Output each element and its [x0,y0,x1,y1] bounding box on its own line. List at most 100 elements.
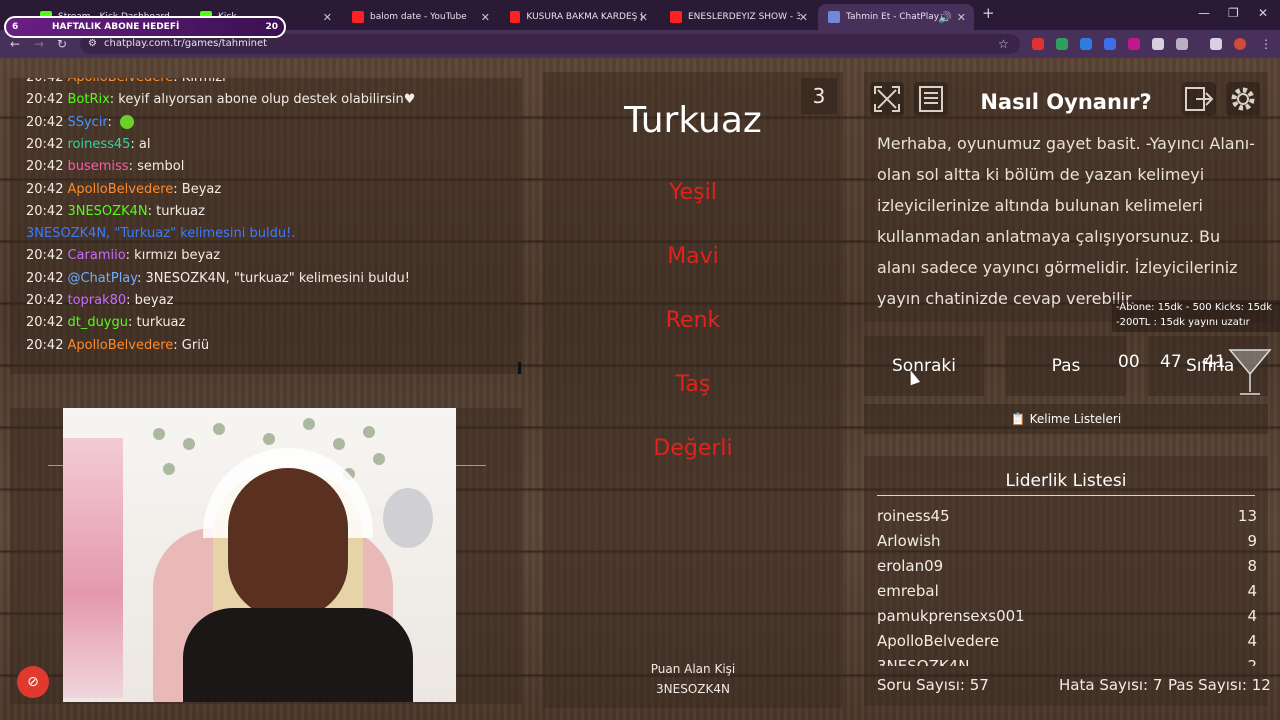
taboo-word: Yeşil [669,180,717,205]
url-text: chatplay.com.tr/games/tahminet [104,38,268,49]
chat-username[interactable]: 3NESOZK4N [67,204,147,219]
chat-time: 20:42 [26,136,64,152]
chat-username[interactable]: ApolloBelvedere [67,182,173,197]
leaderboard-panel: Liderlik Listesi roiness45 13 Arlowish 9 ero… [864,456,1271,706]
chat-username[interactable]: @ChatPlay [67,271,137,286]
extension-icon[interactable] [1104,38,1116,50]
chat-time: 20:42 [26,270,64,286]
streamer-face [228,468,348,618]
youtube-icon [670,11,682,23]
minimize-icon[interactable]: — [1198,6,1210,20]
chat-username[interactable]: ApolloBelvedere [67,78,173,85]
avatar[interactable] [1234,38,1246,50]
leaderboard-row: roiness45 13 [877,504,1257,529]
extension-icon[interactable] [1032,38,1044,50]
chat-message: 3NESOZK4N, "Turkuaz" kelimesini buldu!. [26,226,295,241]
chat-text: : keyif alıyorsan abone olup destek olab… [109,92,416,108]
scorer-label: Puan Alan Kişi [650,662,736,676]
new-tab-button[interactable]: + [982,4,995,22]
tab-chatplay[interactable]: Tahmin Et - ChatPlay 🔊 ✕ [818,4,974,30]
question-count: Soru Sayısı: 57 [877,676,989,694]
chat-text: : Griü [173,337,210,353]
leaderboard-name: roiness45 [877,507,950,525]
chat-text: : Kırmızı [173,78,225,85]
timer-digit: 47 [1160,352,1182,372]
maximize-icon[interactable]: ❐ [1228,6,1239,20]
divider [877,495,1255,496]
leaderboard-title: Liderlik Listesi [1005,471,1127,491]
chat-time: 20:42 [26,92,64,108]
chat-message: 20:42 roiness45: al [26,137,151,152]
word-lists-button[interactable]: 📋 Kelime Listeleri [864,404,1268,434]
leaderboard-score: 8 [1247,557,1257,575]
leaderboard-name: pamukprensexs001 [877,607,1025,625]
kebab-menu-icon[interactable]: ⋮ [1260,37,1272,51]
chat-username[interactable]: ApolloBelvedere [67,338,173,353]
chat-time: 20:42 [26,293,64,308]
leaderboard-row: ApolloBelvedere 4 [877,629,1257,654]
leaderboard-score: 4 [1247,632,1257,650]
chat-message: 20:42 ApolloBelvedere: Griü [26,338,209,353]
close-icon[interactable]: ✕ [639,11,648,24]
taboo-word: Taş [675,372,711,397]
tab-label: balom date - YouTube [370,12,467,22]
chat-message: 20:42 BotRix: keyif alıyorsan abone olup … [26,92,415,107]
chat-time: 20:42 [26,248,64,264]
taboo-word: Mavi [667,244,719,269]
close-icon[interactable]: ✕ [957,11,966,24]
leaderboard-row: emrebal 4 [877,579,1257,604]
extension-icon[interactable] [1056,38,1068,50]
tab-youtube-kusura[interactable]: KUSURA BAKMA KARDEŞ | Mac ✕ [500,4,656,30]
subs-goal-label: HAFTALIK ABONE HEDEFİ [52,22,180,32]
kicks-overlay: -Abone: 15dk - 500 Kicks: 15dk -200TL : … [1112,300,1280,332]
chat-time: 20:42 [26,181,64,197]
audio-icon[interactable]: 🔊 [938,11,952,24]
how-to-play-panel: Nasıl Oynanır? Merhaba, oyunumuz gayet b… [864,72,1268,322]
chat-username[interactable]: Caramiio [67,248,125,263]
close-window-icon[interactable]: ✕ [1258,6,1268,20]
pass-button[interactable]: Pas [1006,336,1126,396]
chat-message: 20:42 @ChatPlay: 3NESOZK4N, "turkuaz" kel… [26,271,410,286]
bookmark-star-icon[interactable]: ☆ [998,37,1009,51]
playlist-icon[interactable] [1210,38,1222,50]
chat-text: : turkuaz [147,203,205,219]
subs-goal-count: 20 [265,22,278,32]
chat-username[interactable]: dt_duygu [67,315,128,330]
close-icon[interactable]: ✕ [799,11,808,24]
chat-panel[interactable]: 20:42ApolloBelvedere: Kırmızı20:42BotRix… [10,78,522,374]
chat-username[interactable]: BotRix [67,92,109,107]
leaderboard-list[interactable]: roiness45 13 Arlowish 9 erolan09 8 emrebal 4 pam… [877,504,1257,666]
how-to-play-title: Nasıl Oynanır? [980,90,1152,114]
chat-username[interactable]: SSycir [67,115,107,130]
chat-username[interactable]: 3NESOZK4N, "Turkuaz" kelimesini buldu!. [26,226,295,241]
leaderboard-row: 3NESOZK4N 2 [877,654,1257,666]
taboo-word: Değerli [653,436,733,461]
back-icon[interactable]: ← [10,37,20,51]
word-panel: 3 Turkuaz Yeşil Mavi Renk Taş Değerli Pu… [543,72,843,708]
tab-youtube-balom[interactable]: balom date - YouTube ✕ [342,4,498,30]
teddy-bear [383,488,433,548]
chat-username[interactable]: roiness45 [67,137,130,152]
chat-text: : turkuaz [128,315,186,331]
chat-time: 20:42 [26,114,64,130]
chat-message: 20:42 dt_duygu: turkuaz [26,315,185,330]
record-button[interactable]: ⊘ [17,666,49,698]
chat-text: : 3NESOZK4N, "turkuaz" kelimesini buldu! [137,270,410,286]
close-icon[interactable]: ✕ [323,11,332,24]
chat-username[interactable]: busemiss [67,159,128,174]
reload-icon[interactable]: ↻ [57,37,67,51]
chat-text: : al [130,136,151,152]
extension-icon[interactable] [1128,38,1140,50]
chat-text: : Beyaz [173,181,222,197]
forward-icon[interactable]: → [34,37,44,51]
next-button[interactable]: Sonraki [864,336,984,396]
chat-scrollbar[interactable] [518,362,521,374]
chat-time: 20:42 [26,315,64,331]
chat-username[interactable]: toprak80 [67,293,126,308]
extension-icon[interactable] [1080,38,1092,50]
puzzle-icon[interactable] [1176,38,1188,50]
extension-icon[interactable] [1152,38,1164,50]
tab-youtube-enes[interactable]: ENESLERDEYİZ SHOW - 3. BÖLÜ ✕ [660,4,816,30]
leaderboard-row: Arlowish 9 [877,529,1257,554]
close-icon[interactable]: ✕ [481,11,490,24]
